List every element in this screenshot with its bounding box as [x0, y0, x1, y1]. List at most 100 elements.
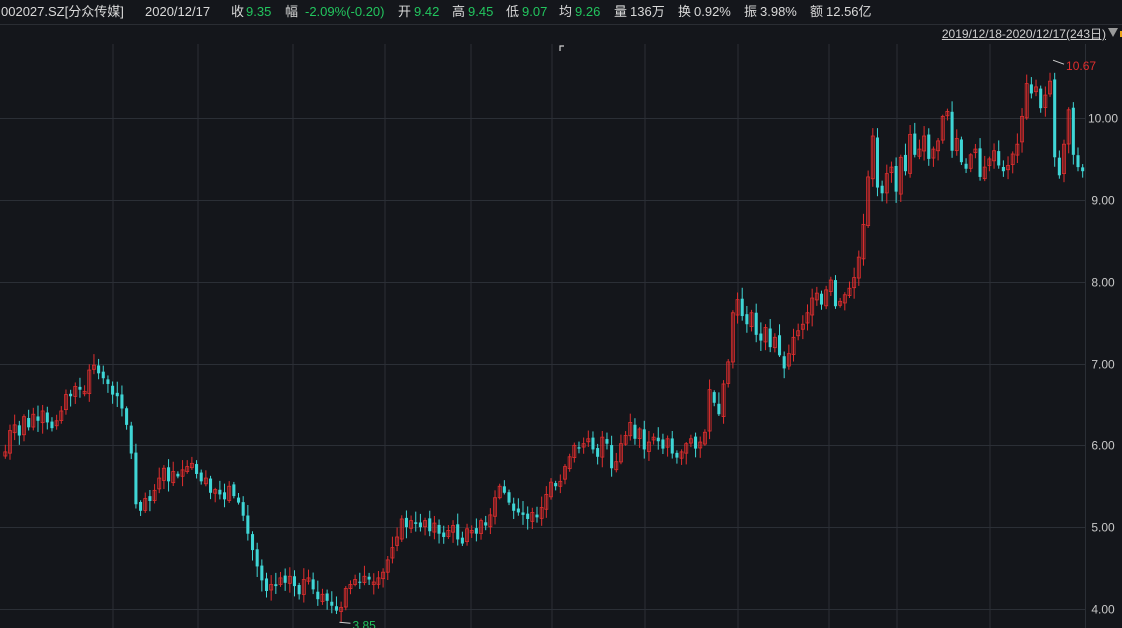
candle-body — [777, 335, 782, 356]
candle-body — [101, 371, 105, 379]
candle-body — [69, 393, 73, 397]
candle-body — [134, 452, 138, 505]
candle-body — [782, 356, 786, 369]
candle-body — [311, 579, 315, 590]
y-tick-label: 10.00 — [1088, 112, 1118, 126]
candle-body — [1057, 157, 1061, 176]
candle-body — [334, 606, 338, 611]
candle-body — [591, 437, 595, 450]
candle-body — [218, 489, 222, 495]
candle-body — [554, 483, 558, 487]
candle-body — [97, 365, 101, 374]
max-marker-label: 10.67 — [1066, 59, 1096, 73]
candle-body — [521, 512, 525, 515]
candle-body — [927, 134, 931, 159]
y-tick-label: 6.00 — [1091, 439, 1115, 453]
candle-body — [1076, 155, 1080, 168]
candle-body — [577, 447, 581, 449]
candle-body — [507, 492, 511, 503]
min-marker-arrow — [339, 621, 351, 624]
candle-body — [526, 513, 530, 519]
candle-body — [502, 486, 506, 493]
candle-body — [45, 412, 49, 423]
candle-body — [283, 575, 287, 583]
candle-body — [880, 185, 884, 194]
candle-body — [474, 528, 478, 534]
candle-body — [367, 576, 371, 580]
candle-body — [516, 508, 520, 513]
y-tick-label: 7.00 — [1091, 358, 1115, 372]
candle-body — [759, 333, 763, 341]
candle-body — [610, 445, 614, 469]
candlestick-chart[interactable]: 4.00 5.00 6.00 7.00 8.00 9.00 10.00 10.67 3.85 — [0, 0, 1122, 628]
candle-body — [125, 408, 129, 425]
candle-body — [894, 165, 898, 192]
candle-body — [222, 492, 227, 500]
candle-body — [913, 133, 917, 155]
candle-body — [241, 502, 245, 516]
candle-body — [428, 518, 432, 532]
candle-body — [292, 576, 297, 587]
candle-body — [120, 394, 124, 409]
candle-body — [260, 565, 264, 581]
max-marker-arrow — [1052, 59, 1065, 65]
y-tick-label: 9.00 — [1091, 194, 1115, 208]
min-marker-label: 3.85 — [352, 618, 376, 628]
candle-body — [484, 522, 488, 526]
candle-body — [274, 584, 278, 587]
candle-body — [1071, 107, 1075, 155]
candle-body — [27, 417, 31, 428]
candle-body — [875, 137, 879, 188]
candle-body — [512, 503, 516, 511]
candle-body — [833, 280, 838, 307]
candle-body — [1081, 167, 1085, 172]
candle-body — [250, 534, 255, 551]
candle-body — [717, 403, 721, 415]
candle-body — [236, 497, 241, 503]
candle-body — [740, 298, 744, 317]
candle-body — [456, 524, 460, 540]
candle-body — [316, 591, 320, 600]
candle-body — [358, 581, 362, 583]
candle-body — [596, 448, 600, 457]
candle-body — [1001, 167, 1005, 172]
candle-body — [442, 532, 446, 537]
candle-body — [712, 392, 716, 403]
candle-body — [106, 379, 110, 384]
candle-body — [903, 154, 907, 172]
y-tick-label: 8.00 — [1091, 276, 1115, 290]
candle-body — [642, 429, 646, 450]
candle-body — [535, 514, 539, 518]
candle-body — [997, 151, 1001, 166]
candle-body — [17, 425, 21, 436]
candle-body — [694, 436, 698, 449]
candle-body — [255, 549, 259, 567]
candle-body — [437, 524, 441, 534]
candle-body — [50, 421, 54, 429]
candle-body — [819, 293, 824, 305]
candle-body — [139, 502, 143, 511]
y-tick-label: 5.00 — [1091, 521, 1115, 535]
candle-body — [264, 578, 269, 591]
candle-body — [330, 601, 334, 606]
candle-body — [754, 312, 758, 335]
candle-body — [195, 464, 199, 474]
candle-body — [1039, 88, 1043, 109]
candle-body — [36, 416, 40, 421]
candle-body — [1029, 84, 1033, 94]
candle-body — [661, 439, 665, 449]
candle-body — [78, 386, 82, 390]
candle-body — [605, 439, 609, 444]
candle-body — [978, 148, 982, 177]
cursor-tick-icon — [559, 45, 564, 51]
y-tick-label: 4.00 — [1091, 603, 1115, 617]
candle-body — [418, 522, 422, 528]
candle-body — [745, 314, 749, 325]
candle-body — [414, 522, 418, 524]
candle-body — [297, 584, 301, 595]
candle-body — [111, 385, 115, 395]
candle-body — [167, 467, 171, 482]
candle-body — [232, 484, 236, 497]
candle-body — [129, 425, 133, 454]
candle-body — [768, 328, 772, 348]
